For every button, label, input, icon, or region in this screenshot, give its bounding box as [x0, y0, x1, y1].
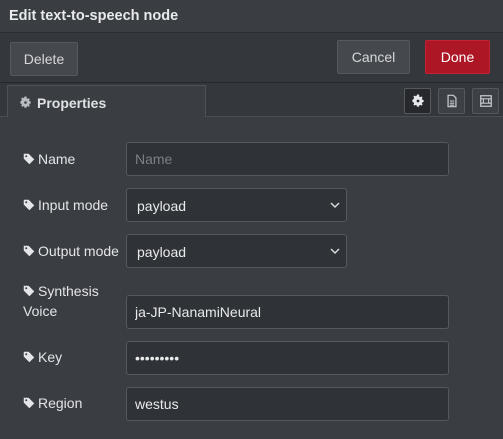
region-input[interactable] — [126, 387, 449, 421]
synthesis-voice-label: Synthesis Voice — [23, 281, 99, 321]
chevron-down-icon — [330, 248, 340, 255]
tab-properties[interactable]: Properties — [7, 85, 206, 118]
synthesis-voice-input[interactable] — [126, 295, 449, 329]
output-mode-select[interactable]: payload — [126, 234, 347, 268]
tag-icon — [23, 397, 35, 409]
tag-icon — [23, 153, 35, 165]
chevron-down-icon — [330, 202, 340, 209]
region-label-text: Region — [38, 395, 83, 411]
properties-form: Name Input mode payload Output mode payl… — [0, 117, 503, 439]
appearance-icon — [480, 95, 492, 107]
cancel-button[interactable]: Cancel — [337, 40, 410, 74]
tag-icon — [23, 199, 35, 211]
tag-icon — [23, 245, 35, 257]
output-mode-label-text: Output mode — [38, 243, 119, 259]
dialog-titlebar: Edit text-to-speech node — [0, 0, 503, 33]
appearance-tab-button[interactable] — [472, 88, 499, 114]
output-mode-value: payload — [137, 244, 187, 260]
input-mode-label: Input mode — [23, 195, 108, 215]
gear-icon — [412, 94, 424, 107]
input-mode-select[interactable]: payload — [126, 188, 347, 222]
dialog-title: Edit text-to-speech node — [9, 8, 179, 24]
document-icon — [447, 94, 457, 108]
name-input[interactable] — [126, 142, 449, 176]
name-label: Name — [23, 149, 75, 169]
done-button[interactable]: Done — [425, 40, 490, 74]
gear-icon — [20, 96, 31, 108]
name-label-text: Name — [38, 151, 76, 167]
tag-icon — [23, 351, 35, 363]
key-label: Key — [23, 347, 62, 367]
delete-button[interactable]: Delete — [10, 42, 78, 76]
tab-bar: Properties — [0, 83, 503, 118]
key-input[interactable] — [126, 341, 449, 375]
output-mode-label: Output mode — [23, 241, 119, 261]
dialog-toolbar: Delete Cancel Done — [0, 33, 503, 83]
description-tab-button[interactable] — [438, 88, 465, 114]
synthesis-voice-label-line1: Synthesis — [38, 283, 99, 299]
input-mode-value: payload — [137, 198, 187, 214]
synthesis-voice-label-line2: Voice — [23, 303, 58, 319]
tab-properties-label: Properties — [37, 95, 107, 111]
input-mode-label-text: Input mode — [38, 197, 109, 213]
tag-icon — [23, 285, 35, 297]
key-label-text: Key — [38, 349, 63, 365]
region-label: Region — [23, 393, 82, 413]
node-settings-tab-button[interactable] — [404, 88, 431, 114]
